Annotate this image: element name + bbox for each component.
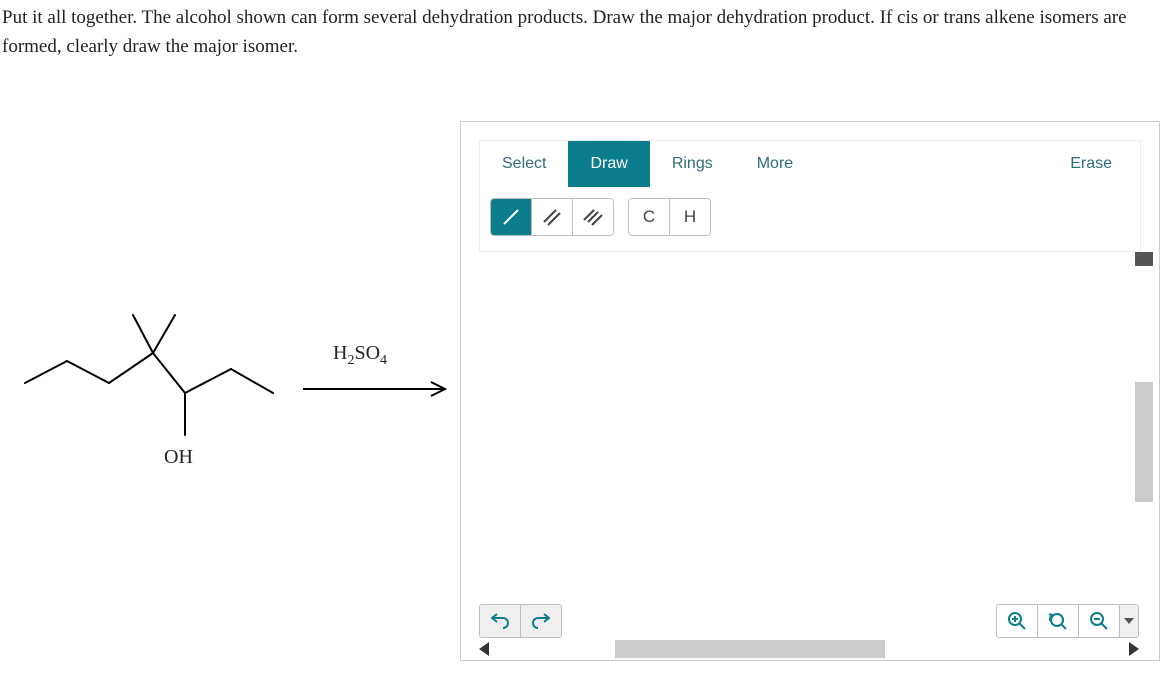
- zoom-in-button[interactable]: [997, 605, 1038, 637]
- drawing-canvas[interactable]: [479, 254, 1125, 600]
- triple-bond-tool[interactable]: [573, 199, 613, 235]
- bottom-controls: [479, 604, 1139, 652]
- chevron-down-icon: [1124, 618, 1134, 624]
- undo-button[interactable]: [480, 605, 521, 637]
- tab-select[interactable]: Select: [480, 141, 568, 187]
- reaction-arrow: [303, 379, 458, 399]
- atom-tools: C H: [628, 198, 711, 236]
- history-controls: [479, 604, 562, 638]
- oh-label: OH: [164, 446, 193, 469]
- tool-row: C H: [480, 187, 1140, 251]
- carbon-atom-tool[interactable]: C: [629, 199, 670, 235]
- starting-material-structure: [15, 311, 295, 471]
- scroll-right-icon[interactable]: [1129, 642, 1139, 656]
- double-bond-tool[interactable]: [532, 199, 573, 235]
- mode-tabs: Select Draw Rings More Erase: [480, 141, 1140, 187]
- tab-draw[interactable]: Draw: [568, 141, 649, 187]
- reagent-column: OH H2SO4: [0, 121, 460, 601]
- work-area: OH H2SO4 Select Draw Rings More Erase: [0, 121, 1173, 661]
- structure-editor: Select Draw Rings More Erase: [460, 121, 1160, 661]
- zoom-controls: [996, 604, 1139, 638]
- tab-rings[interactable]: Rings: [650, 141, 735, 187]
- tab-more[interactable]: More: [735, 141, 815, 187]
- single-bond-tool[interactable]: [491, 199, 532, 235]
- scroll-left-icon[interactable]: [479, 642, 489, 656]
- vertical-scrollbar[interactable]: [1135, 252, 1153, 602]
- zoom-menu-button[interactable]: [1120, 605, 1138, 637]
- question-text: Put it all together. The alcohol shown c…: [0, 0, 1173, 61]
- bond-tools: [490, 198, 614, 236]
- redo-button[interactable]: [521, 605, 561, 637]
- horizontal-scrollbar[interactable]: [479, 640, 1139, 658]
- tab-erase[interactable]: Erase: [1048, 141, 1134, 187]
- hydrogen-atom-tool[interactable]: H: [670, 199, 710, 235]
- zoom-out-button[interactable]: [1079, 605, 1120, 637]
- editor-toolbar: Select Draw Rings More Erase: [479, 140, 1141, 252]
- zoom-reset-button[interactable]: [1038, 605, 1079, 637]
- reagent-formula: H2SO4: [333, 342, 387, 369]
